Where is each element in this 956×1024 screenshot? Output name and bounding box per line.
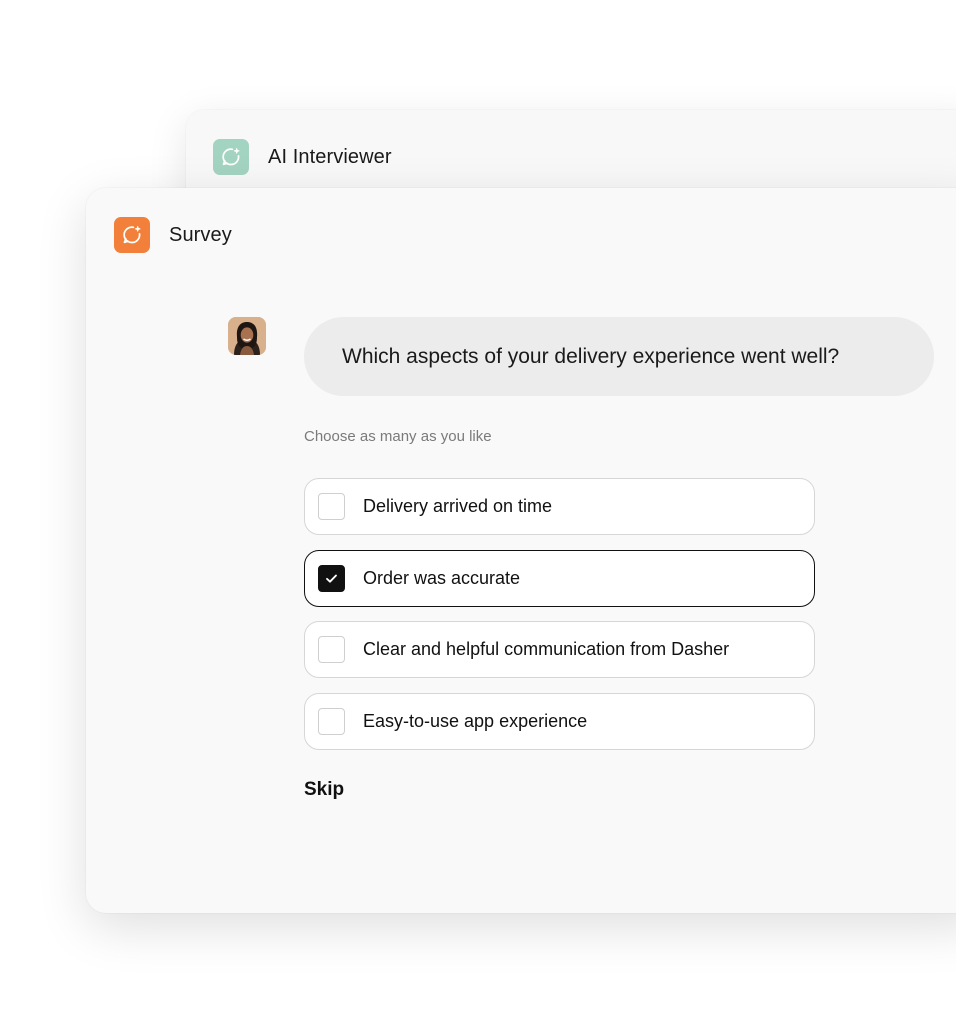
checkbox[interactable]: [318, 493, 345, 520]
question-hint: Choose as many as you like: [304, 428, 492, 445]
survey-window: Survey Which aspects of your delivery ex…: [86, 188, 956, 913]
skip-button[interactable]: Skip: [304, 779, 344, 801]
survey-header: Survey: [114, 217, 232, 253]
option-label: Order was accurate: [363, 567, 521, 588]
survey-title: Survey: [169, 223, 232, 246]
ai-interviewer-title: AI Interviewer: [268, 145, 392, 168]
option-label: Delivery arrived on time: [363, 496, 553, 516]
checkbox[interactable]: [318, 636, 345, 663]
ai-interviewer-header: AI Interviewer: [213, 139, 392, 175]
checkbox-checked[interactable]: [318, 564, 345, 592]
interviewer-avatar: [228, 317, 266, 355]
option-label: Clear and helpful communication from Das…: [363, 639, 730, 659]
checkbox[interactable]: [318, 707, 345, 735]
stage: AI Interviewer Survey Which aspects of y…: [0, 0, 956, 1024]
question-text: Which aspects of your delivery experienc…: [342, 344, 840, 368]
option-app-experience[interactable]: Easy-to-use app experience: [304, 692, 815, 750]
option-label: Easy-to-use app experience: [363, 710, 588, 731]
option-delivery-on-time[interactable]: Delivery arrived on time: [304, 478, 815, 535]
option-dasher-communication[interactable]: Clear and helpful communication from Das…: [304, 621, 815, 678]
option-order-accurate[interactable]: Order was accurate: [304, 549, 815, 607]
question-bubble: Which aspects of your delivery experienc…: [304, 317, 934, 396]
sparkle-chat-icon: [114, 217, 150, 253]
sparkle-chat-icon: [213, 139, 249, 175]
check-icon: [326, 574, 337, 583]
options-list: Delivery arrived on time Order was accur…: [304, 478, 815, 764]
